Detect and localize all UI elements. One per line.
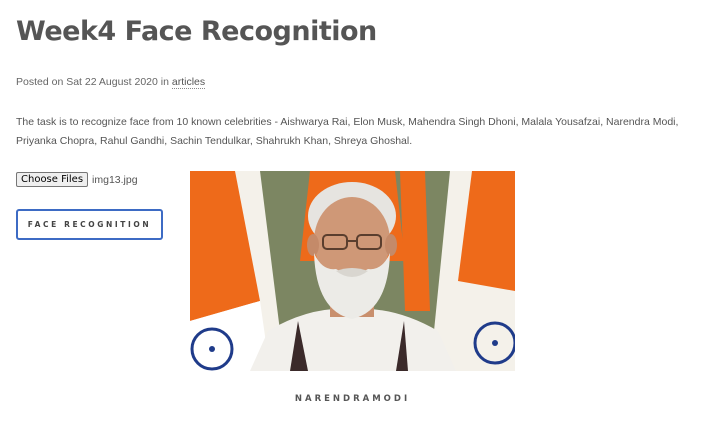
uploaded-photo <box>190 171 515 371</box>
selected-file-name: img13.jpg <box>92 173 138 186</box>
face-recognition-button[interactable]: FACE RECOGNITION <box>16 209 163 240</box>
category-link[interactable]: articles <box>171 76 206 89</box>
portrait-illustration <box>190 171 515 371</box>
page-title: Week4 Face Recognition <box>16 16 377 47</box>
post-meta: Posted on Sat 22 August 2020 in articles <box>16 76 206 89</box>
choose-files-button[interactable]: Choose Files <box>16 172 89 187</box>
task-description: The task is to recognize face from 10 kn… <box>16 116 679 147</box>
file-upload: Choose Files img13.jpg <box>16 172 138 187</box>
post-date: Posted on Sat 22 August 2020 in <box>16 76 172 88</box>
recognition-result: NARENDRAMODI <box>294 394 411 404</box>
